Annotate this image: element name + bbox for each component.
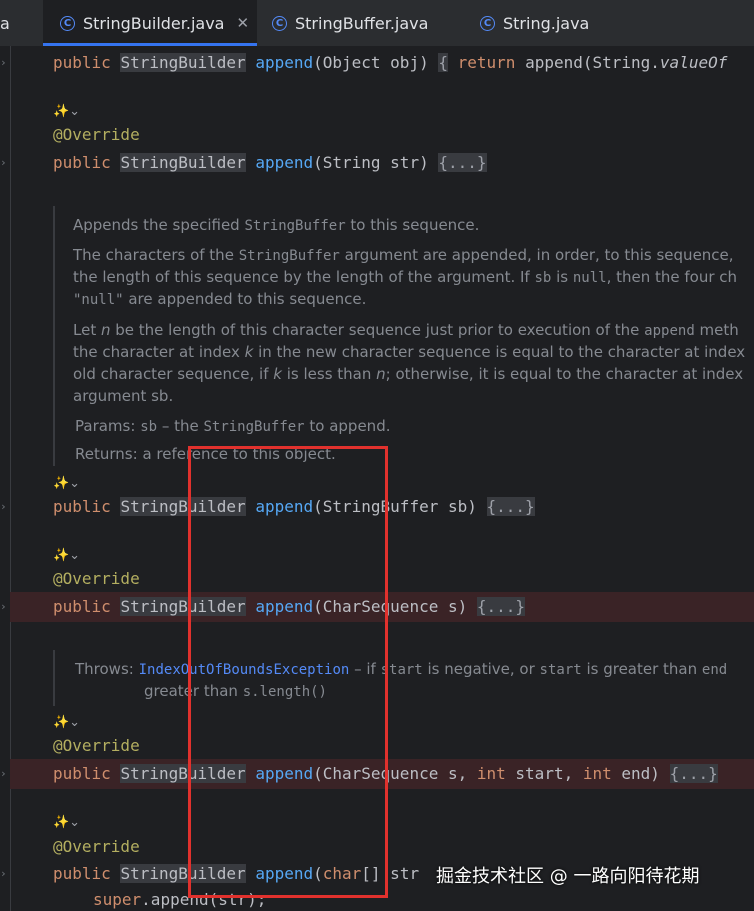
keyword: int bbox=[582, 764, 612, 783]
keyword: public bbox=[53, 864, 111, 883]
keyword: return bbox=[457, 53, 516, 72]
tab-string[interactable]: C String.java bbox=[480, 0, 589, 46]
doc-text: Let n be the length of this character se… bbox=[73, 321, 739, 339]
keyword: public bbox=[53, 53, 111, 72]
method-name: append bbox=[255, 153, 314, 172]
keyword: int bbox=[476, 764, 506, 783]
fold-arrow-icon[interactable]: › bbox=[0, 500, 7, 513]
doc-text: the length of this sequence by the lengt… bbox=[73, 268, 738, 286]
doc-text: the character at index k in the new char… bbox=[73, 343, 746, 361]
fold-region[interactable]: { bbox=[438, 53, 448, 72]
static-call: valueOf bbox=[659, 53, 728, 72]
doc-text: The characters of the StringBuffer argum… bbox=[73, 246, 734, 264]
code-line[interactable]: public StringBuilder append(Object obj) … bbox=[53, 52, 727, 74]
keyword: super bbox=[93, 890, 142, 909]
tab-label: String.java bbox=[503, 13, 590, 33]
ai-assist-icon[interactable]: ✨⌄ bbox=[53, 104, 80, 119]
doc-throws: Throws: IndexOutOfBoundsException – if s… bbox=[75, 660, 728, 678]
annotation: @Override bbox=[53, 837, 140, 856]
method-args: (Object obj) bbox=[313, 53, 429, 72]
doc-summary: Appends the specified StringBuffer to th… bbox=[73, 216, 480, 234]
tab-partial[interactable]: a bbox=[0, 0, 18, 46]
class-icon: C bbox=[60, 15, 75, 31]
class-icon: C bbox=[480, 15, 495, 31]
keyword: public bbox=[53, 153, 111, 172]
doc-text: argument sb. bbox=[73, 387, 174, 405]
fold-region[interactable]: {...} bbox=[486, 497, 535, 516]
keyword: public bbox=[53, 497, 111, 516]
return-type: StringBuilder bbox=[120, 53, 246, 72]
ai-assist-icon[interactable]: ✨⌄ bbox=[53, 815, 80, 830]
fold-arrow-icon[interactable]: › bbox=[0, 156, 7, 169]
method-args: end) bbox=[611, 764, 660, 783]
tab-stringbuffer[interactable]: C StringBuffer.java bbox=[272, 0, 428, 46]
method-args: start, bbox=[505, 764, 583, 783]
tab-label: a bbox=[0, 13, 10, 33]
fold-arrow-icon[interactable]: › bbox=[0, 867, 7, 880]
code-text: append(String. bbox=[525, 53, 660, 72]
annotation: @Override bbox=[53, 125, 140, 144]
red-annotation-box bbox=[188, 446, 388, 898]
ai-assist-icon[interactable]: ✨⌄ bbox=[53, 548, 80, 563]
tab-label: StringBuffer.java bbox=[295, 13, 429, 33]
method-args: (String str) bbox=[313, 153, 429, 172]
fold-arrow-icon[interactable]: › bbox=[0, 600, 7, 613]
fold-arrow-icon[interactable]: › bbox=[0, 56, 7, 69]
fold-region[interactable]: {...} bbox=[476, 597, 526, 616]
return-type: StringBuilder bbox=[120, 153, 246, 172]
doc-params: Params: sb – the StringBuffer to append. bbox=[75, 417, 391, 435]
keyword: public bbox=[53, 597, 111, 616]
code-line[interactable]: public StringBuilder append(String str) … bbox=[53, 152, 487, 174]
javadoc-block: Appends the specified StringBuffer to th… bbox=[53, 206, 754, 466]
tab-label: StringBuilder.java bbox=[83, 13, 225, 33]
watermark: 掘金技术社区 @ 一路向阳待花期 bbox=[436, 866, 700, 887]
keyword: public bbox=[53, 764, 111, 783]
method-name: append bbox=[255, 53, 314, 72]
tab-stringbuilder[interactable]: C StringBuilder.java ✕ bbox=[43, 0, 257, 46]
doc-text: "null" are appended to this sequence. bbox=[73, 290, 367, 308]
fold-arrow-icon[interactable]: › bbox=[0, 767, 7, 780]
ai-assist-icon[interactable]: ✨⌄ bbox=[53, 715, 80, 730]
editor-tab-bar: a C StringBuilder.java ✕ C StringBuffer.… bbox=[0, 0, 754, 46]
ai-assist-icon[interactable]: ✨⌄ bbox=[53, 476, 80, 491]
close-icon[interactable]: ✕ bbox=[236, 14, 249, 32]
fold-region[interactable]: {...} bbox=[438, 153, 487, 172]
annotation: @Override bbox=[53, 569, 140, 588]
annotation: @Override bbox=[53, 736, 140, 755]
javadoc-block: Throws: IndexOutOfBoundsException – if s… bbox=[53, 650, 754, 706]
class-icon: C bbox=[272, 15, 287, 31]
doc-text: old character sequence, if k is less tha… bbox=[73, 365, 744, 383]
fold-region[interactable]: {...} bbox=[669, 764, 718, 783]
